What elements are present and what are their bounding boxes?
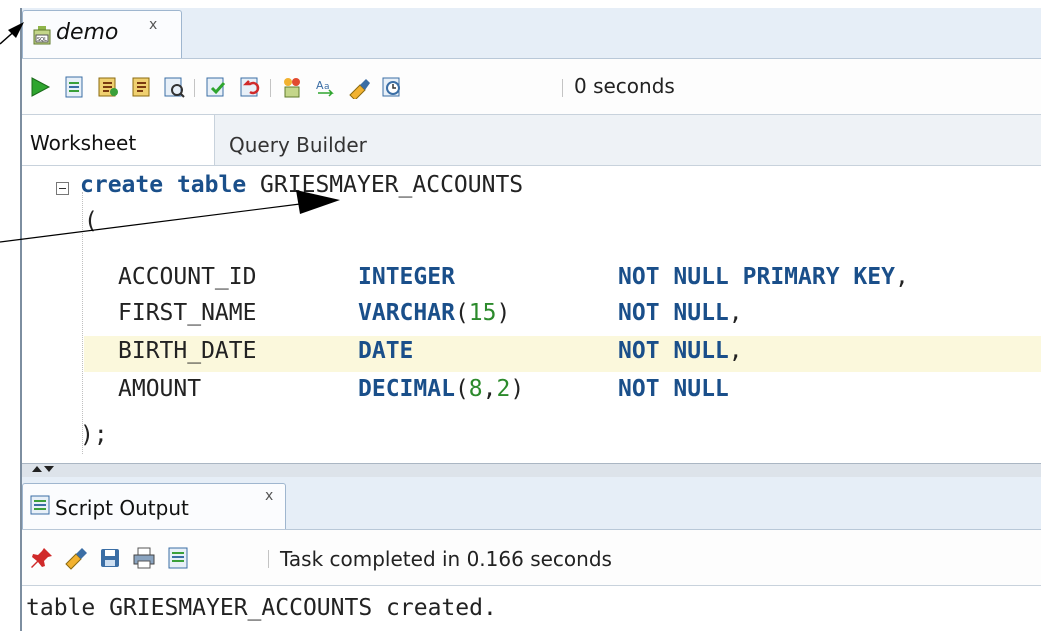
column-type: INTEGER — [358, 264, 455, 290]
column-name: AMOUNT — [118, 376, 202, 402]
run-script-icon[interactable] — [62, 75, 86, 99]
clear-icon[interactable] — [64, 546, 88, 570]
tab-script-output[interactable]: Script Output x — [22, 483, 286, 530]
tab-query-builder[interactable]: Query Builder — [229, 133, 367, 157]
sql-tuning-icon[interactable] — [162, 75, 186, 99]
fold-collapse-icon[interactable] — [56, 182, 69, 195]
code-line-1: create table GRIESMAYER_ACCOUNTS — [80, 172, 524, 198]
task-status: Task completed in 0.166 seconds — [280, 547, 612, 571]
expand-down-icon[interactable] — [44, 466, 54, 472]
toolbar-separator — [562, 79, 563, 97]
svg-text:A: A — [316, 79, 324, 92]
clear-icon[interactable] — [346, 75, 370, 99]
script-output-label: Script Output — [55, 496, 189, 520]
code-line-2: ( — [84, 208, 98, 234]
toolbar-separator — [194, 79, 195, 97]
script-output-icon — [30, 495, 50, 515]
output-tab-strip: Script Output x — [22, 477, 1041, 530]
pin-icon[interactable] — [30, 546, 54, 570]
worksheet-tab-label: demo — [56, 20, 119, 45]
column-constraint: NOT NULL, — [618, 300, 743, 326]
elapsed-time: 0 seconds — [574, 74, 675, 98]
toolbar-separator — [270, 79, 271, 97]
toolbar-separator — [268, 550, 269, 568]
column-type: VARCHAR(15) — [358, 300, 511, 326]
run-statement-icon[interactable] — [28, 75, 52, 99]
worksheet-toolbar: Aa 0 seconds — [22, 58, 1041, 115]
sql-editor[interactable]: create table GRIESMAYER_ACCOUNTS ( ACCOU… — [22, 165, 1041, 464]
svg-text:SQL: SQL — [37, 37, 47, 43]
commit-icon[interactable] — [204, 75, 228, 99]
unshared-sql-icon[interactable] — [280, 75, 304, 99]
code-fold-guide — [82, 192, 83, 454]
column-constraint: NOT NULL, — [618, 338, 743, 364]
column-name: FIRST_NAME — [118, 300, 257, 326]
worksheet-subtabs: Worksheet Query Builder — [22, 114, 1041, 166]
column-type: DATE — [358, 338, 414, 364]
tab-worksheet-label: Worksheet — [30, 131, 137, 155]
window-left-border — [20, 8, 22, 631]
column-name: BIRTH_DATE — [118, 338, 257, 364]
print-icon[interactable] — [132, 546, 156, 570]
sql-worksheet-icon: SQL — [33, 26, 51, 45]
column-constraint: NOT NULL — [618, 376, 729, 402]
column-constraint: NOT NULL PRIMARY KEY, — [618, 264, 909, 290]
pane-splitter[interactable] — [22, 463, 1041, 478]
code-last-line: ); — [80, 422, 108, 448]
close-output-icon[interactable]: x — [265, 488, 273, 504]
output-toolbar: Task completed in 0.166 seconds — [22, 529, 1041, 586]
to-upper-lower-icon[interactable]: Aa — [314, 75, 338, 99]
column-name: ACCOUNT_ID — [118, 264, 257, 290]
sql-history-icon[interactable] — [380, 75, 404, 99]
column-type: DECIMAL(8,2) — [358, 376, 525, 402]
expand-up-icon[interactable] — [32, 466, 42, 472]
autotrace-icon[interactable] — [96, 75, 120, 99]
worksheet-tab-demo[interactable]: SQL demo x — [22, 10, 182, 59]
explain-plan-icon[interactable] — [130, 75, 154, 99]
script-output-area[interactable]: table GRIESMAYER_ACCOUNTS created. — [22, 585, 1041, 632]
script-output-text: table GRIESMAYER_ACCOUNTS created. — [26, 595, 497, 621]
tab-worksheet[interactable]: Worksheet — [22, 115, 215, 165]
rollback-icon[interactable] — [238, 75, 262, 99]
script-icon[interactable] — [166, 546, 190, 570]
save-icon[interactable] — [98, 546, 122, 570]
close-tab-icon[interactable]: x — [149, 17, 157, 33]
